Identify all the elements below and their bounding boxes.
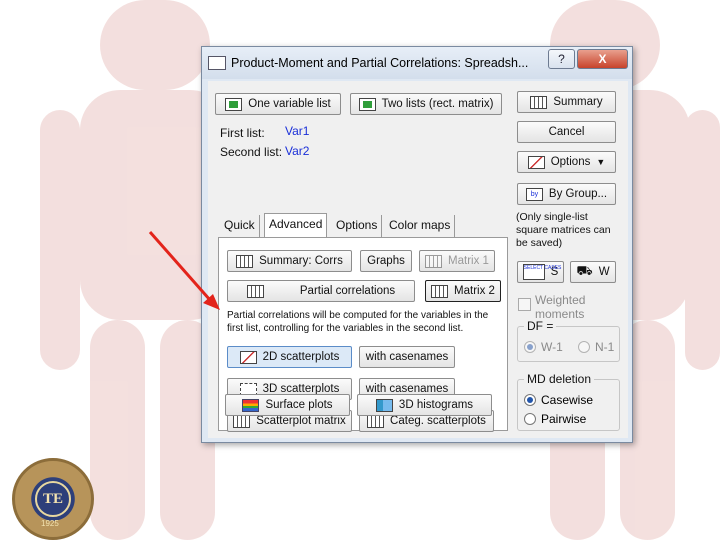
annotation-arrow <box>148 231 220 310</box>
logo-year: 1925 <box>41 519 59 528</box>
logo-monogram: TE <box>35 481 71 517</box>
university-logo: TE 1925 <box>12 458 94 540</box>
